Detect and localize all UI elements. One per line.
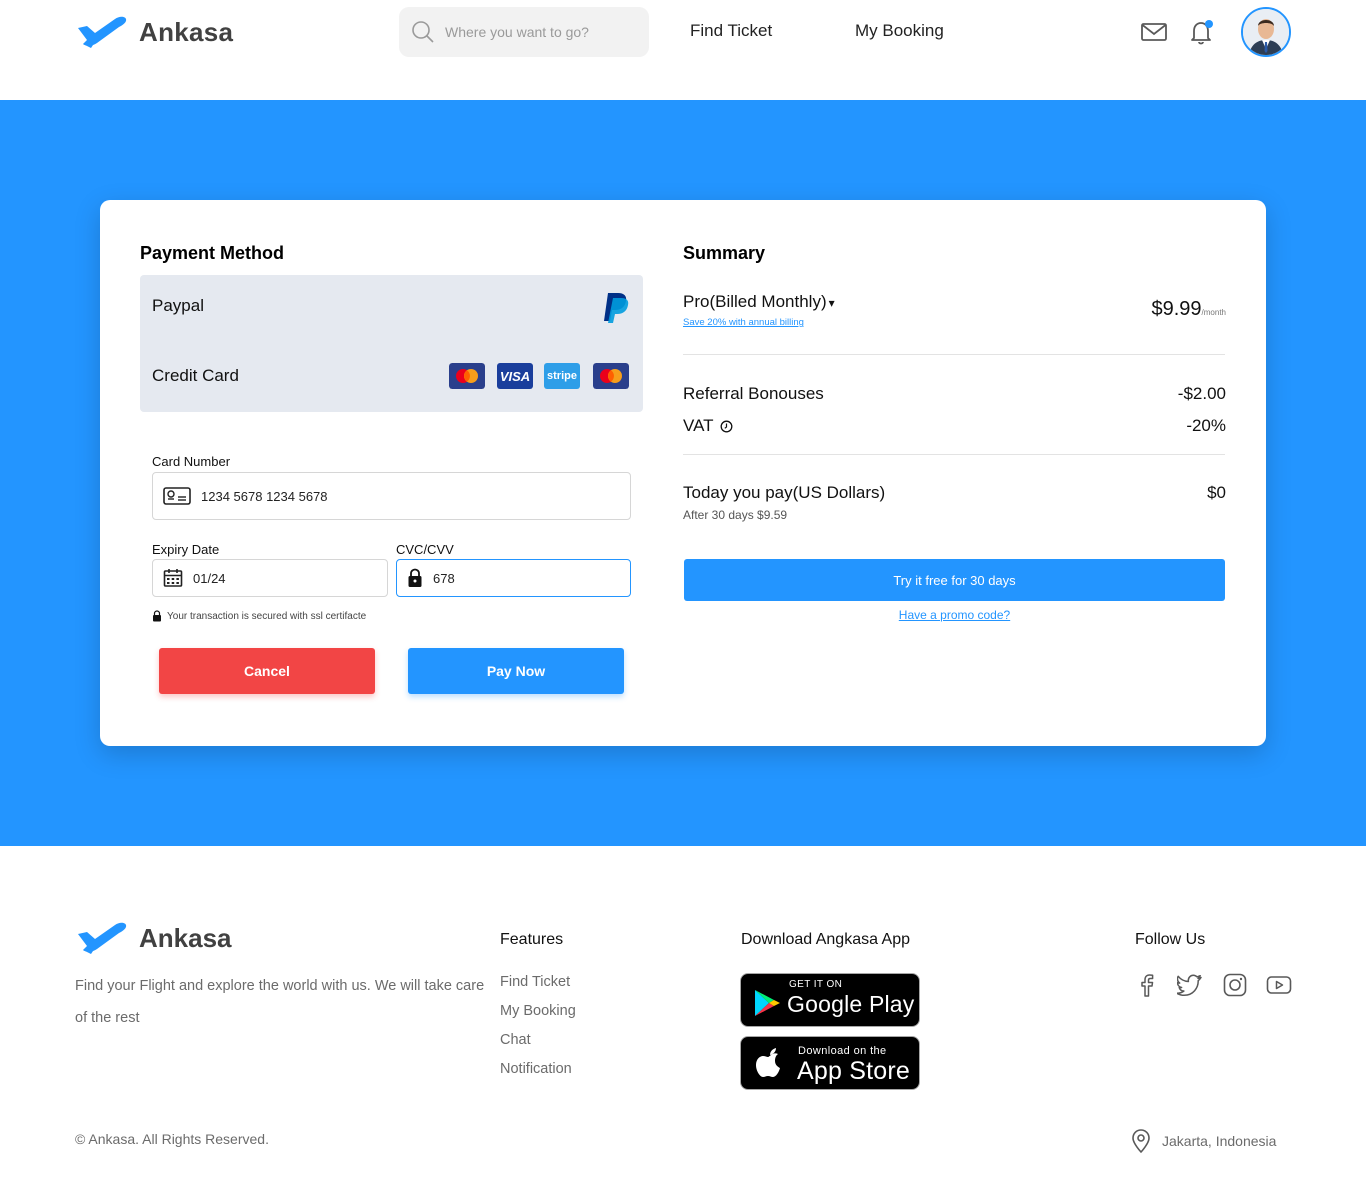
google-play-badge[interactable]: GET IT ON Google Play bbox=[740, 973, 920, 1027]
calendar-icon bbox=[163, 569, 183, 587]
twitter-icon[interactable] bbox=[1177, 972, 1203, 998]
cvc-label: CVC/CVV bbox=[396, 542, 454, 557]
follow-title: Follow Us bbox=[1135, 931, 1206, 948]
try-free-button[interactable]: Try it free for 30 days bbox=[684, 559, 1225, 601]
summary-divider bbox=[683, 354, 1225, 355]
chevron-down-icon: ▾ bbox=[828, 296, 835, 310]
facebook-icon[interactable] bbox=[1134, 972, 1160, 998]
plan-dropdown[interactable]: Pro(Billed Monthly) ▾ bbox=[683, 292, 835, 312]
footer-brand-logo[interactable]: Ankasa bbox=[75, 920, 232, 956]
card-number-field[interactable] bbox=[152, 472, 631, 520]
after-30-days-text: After 30 days $9.59 bbox=[683, 508, 788, 522]
card-icon bbox=[163, 487, 191, 505]
app-store-small: Download on the bbox=[798, 1045, 887, 1057]
expiry-label: Expiry Date bbox=[152, 542, 220, 557]
google-play-icon bbox=[755, 990, 780, 1016]
info-clock-icon[interactable] bbox=[720, 420, 733, 433]
google-play-small: GET IT ON bbox=[789, 979, 843, 990]
secure-note: Your transaction is secured with ssl cer… bbox=[152, 610, 366, 622]
plan-price: $9.99/month bbox=[1151, 298, 1226, 321]
top-header: Ankasa Find Ticket My Booking bbox=[0, 0, 1366, 100]
pay-now-button[interactable]: Pay Now bbox=[408, 648, 624, 694]
nav-find-ticket[interactable]: Find Ticket bbox=[690, 21, 772, 41]
footer-link-find-ticket[interactable]: Find Ticket bbox=[500, 974, 570, 990]
referral-value: -$2.00 bbox=[1177, 384, 1226, 403]
summary-divider bbox=[683, 454, 1225, 455]
vat-row: VAT bbox=[683, 416, 733, 436]
today-pay-label: Today you pay(US Dollars) bbox=[683, 483, 886, 502]
footer-link-my-booking[interactable]: My Booking bbox=[500, 1003, 576, 1019]
location-pin-icon bbox=[1132, 1129, 1150, 1154]
location-text: Jakarta, Indonesia bbox=[1162, 1133, 1277, 1149]
promo-code-link[interactable]: Have a promo code? bbox=[684, 608, 1225, 622]
download-title: Download Angkasa App bbox=[741, 931, 911, 948]
annual-billing-link[interactable]: Save 20% with annual billing bbox=[683, 317, 804, 328]
secure-note-text: Your transaction is secured with ssl cer… bbox=[167, 610, 367, 622]
payment-method-title: Payment Method bbox=[140, 243, 285, 263]
mastercard-icon bbox=[449, 363, 485, 389]
stripe-label: stripe bbox=[547, 370, 577, 382]
footer-link-notification[interactable]: Notification bbox=[500, 1061, 572, 1077]
stripe-icon: stripe bbox=[544, 363, 580, 389]
app-store-badge[interactable]: Download on the App Store bbox=[740, 1036, 920, 1090]
plan-label: Pro(Billed Monthly) bbox=[683, 292, 827, 311]
lock-icon bbox=[408, 568, 422, 587]
plane-icon bbox=[78, 922, 127, 954]
footer-link-chat[interactable]: Chat bbox=[500, 1032, 531, 1048]
copyright-text: © Ankasa. All Rights Reserved. bbox=[75, 1131, 269, 1147]
features-title: Features bbox=[500, 931, 564, 948]
visa-label: VISA bbox=[499, 368, 531, 384]
cancel-button[interactable]: Cancel bbox=[159, 648, 375, 694]
search-box[interactable] bbox=[399, 7, 649, 57]
price-unit: /month bbox=[1201, 308, 1226, 317]
visa-icon: VISA bbox=[497, 363, 533, 389]
footer-description: Find your Flight and explore the world w… bbox=[75, 978, 485, 1026]
search-input[interactable] bbox=[445, 24, 635, 40]
footer-brand-name: Ankasa bbox=[139, 922, 232, 953]
payment-card: Payment Method Paypal Credit Card VISA s… bbox=[100, 200, 1266, 746]
method-credit-card[interactable]: Credit Card bbox=[152, 366, 239, 386]
brand-name: Ankasa bbox=[139, 16, 234, 47]
cvc-field[interactable] bbox=[396, 559, 631, 597]
google-play-big: Google Play bbox=[787, 991, 915, 1017]
instagram-icon[interactable] bbox=[1222, 972, 1248, 998]
method-paypal[interactable]: Paypal bbox=[152, 296, 204, 316]
brand-logo[interactable]: Ankasa bbox=[75, 14, 233, 50]
summary-title: Summary bbox=[683, 243, 766, 263]
mastercard-icon bbox=[593, 363, 629, 389]
nav-my-booking[interactable]: My Booking bbox=[855, 21, 944, 41]
vat-value: -20% bbox=[1186, 416, 1226, 435]
today-pay-value: $0 bbox=[1207, 483, 1226, 502]
lock-small-icon bbox=[153, 610, 161, 622]
plane-icon bbox=[78, 16, 127, 48]
app-store-big: App Store bbox=[797, 1057, 910, 1085]
card-number-input[interactable] bbox=[201, 488, 575, 504]
search-icon bbox=[412, 21, 434, 43]
apple-icon bbox=[756, 1048, 780, 1077]
vat-label: VAT bbox=[683, 416, 714, 435]
cvc-input[interactable] bbox=[433, 570, 612, 586]
youtube-icon[interactable] bbox=[1266, 972, 1292, 998]
user-avatar[interactable] bbox=[1241, 7, 1291, 57]
paypal-icon bbox=[604, 293, 629, 323]
price-value: $9.99 bbox=[1151, 298, 1202, 320]
user-photo bbox=[1243, 9, 1289, 55]
payment-methods-panel: Paypal Credit Card VISA stripe bbox=[140, 275, 643, 412]
location: Jakarta, Indonesia bbox=[1130, 1128, 1276, 1154]
card-number-label: Card Number bbox=[152, 454, 231, 469]
expiry-input[interactable] bbox=[193, 570, 373, 586]
expiry-field[interactable] bbox=[152, 559, 388, 597]
mail-icon[interactable] bbox=[1140, 18, 1168, 46]
referral-label: Referral Bonouses bbox=[683, 384, 824, 403]
bell-icon[interactable] bbox=[1188, 18, 1216, 46]
